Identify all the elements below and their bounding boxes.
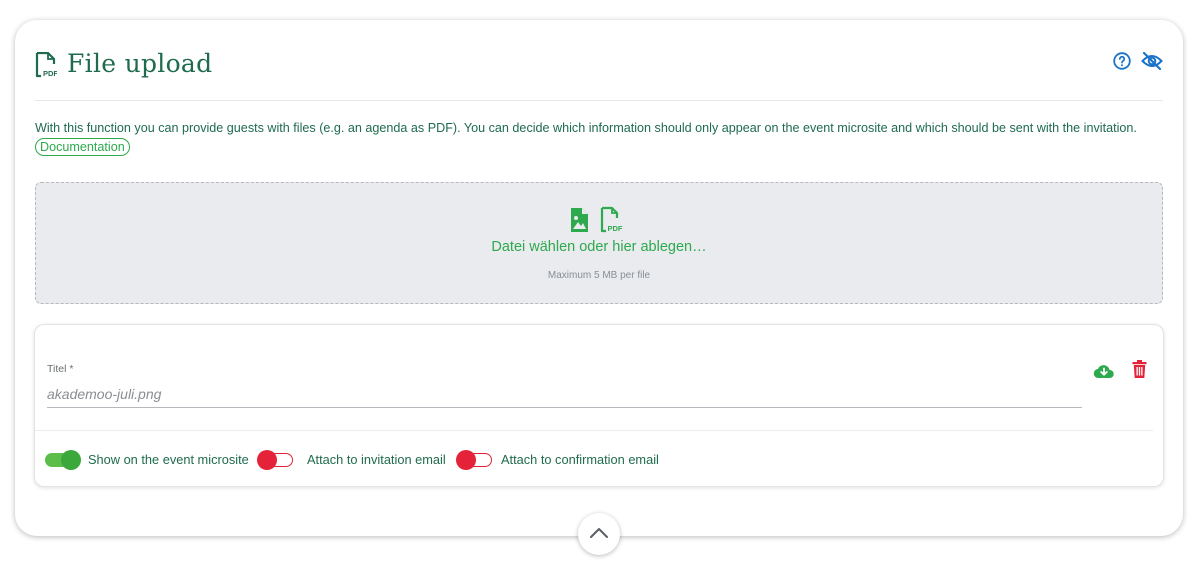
documentation-link[interactable]: Documentation [35, 138, 130, 156]
card-header: PDF File upload [35, 49, 1163, 101]
svg-text:PDF: PDF [608, 224, 623, 233]
toggle-label: Show on the event microsite [88, 452, 249, 467]
dropzone-label[interactable]: Datei wählen oder hier ablegen… [36, 239, 1162, 255]
toggle-switch-on[interactable] [45, 450, 81, 470]
description-text: With this function you can provide guest… [35, 121, 1137, 135]
toggle-attach-confirmation[interactable]: Attach to confirmation email [456, 449, 668, 471]
title-field-label: Titel * [47, 363, 74, 375]
toggle-label: Attach to invitation email [307, 452, 446, 467]
help-circle-icon[interactable] [1113, 52, 1131, 70]
chevron-up-icon [590, 528, 608, 538]
dropzone-hint: Maximum 5 MB per file [547, 270, 651, 281]
svg-text:PDF: PDF [43, 69, 57, 78]
cloud-download-icon[interactable] [1093, 362, 1115, 380]
pdf-file-icon: PDF [35, 52, 57, 78]
pdf-file-icon: PDF [600, 206, 623, 233]
title-input[interactable] [47, 381, 1082, 408]
description: With this function you can provide guest… [35, 119, 1163, 156]
toggle-switch-off[interactable] [456, 449, 492, 470]
image-file-icon [571, 208, 588, 232]
file-dropzone[interactable]: PDF Datei wählen oder hier ablegen… Maxi… [35, 182, 1163, 304]
file-upload-card: PDF File upload With this function you c… [15, 20, 1183, 536]
toggle-attach-invitation[interactable]: Attach to invitation email [257, 449, 449, 471]
collapse-button[interactable] [578, 513, 620, 555]
eye-off-icon[interactable] [1141, 52, 1163, 70]
uploaded-file-card: Titel * Show on the event microsite Atta… [34, 324, 1164, 487]
trash-icon[interactable] [1132, 360, 1147, 378]
dropzone-icons: PDF [571, 206, 623, 233]
toggle-show-on-microsite[interactable]: Show on the event microsite [45, 449, 249, 471]
divider [35, 430, 1153, 431]
page-title: File upload [67, 49, 213, 78]
toggle-label: Attach to confirmation email [501, 452, 659, 467]
toggle-switch-off[interactable] [257, 449, 293, 470]
